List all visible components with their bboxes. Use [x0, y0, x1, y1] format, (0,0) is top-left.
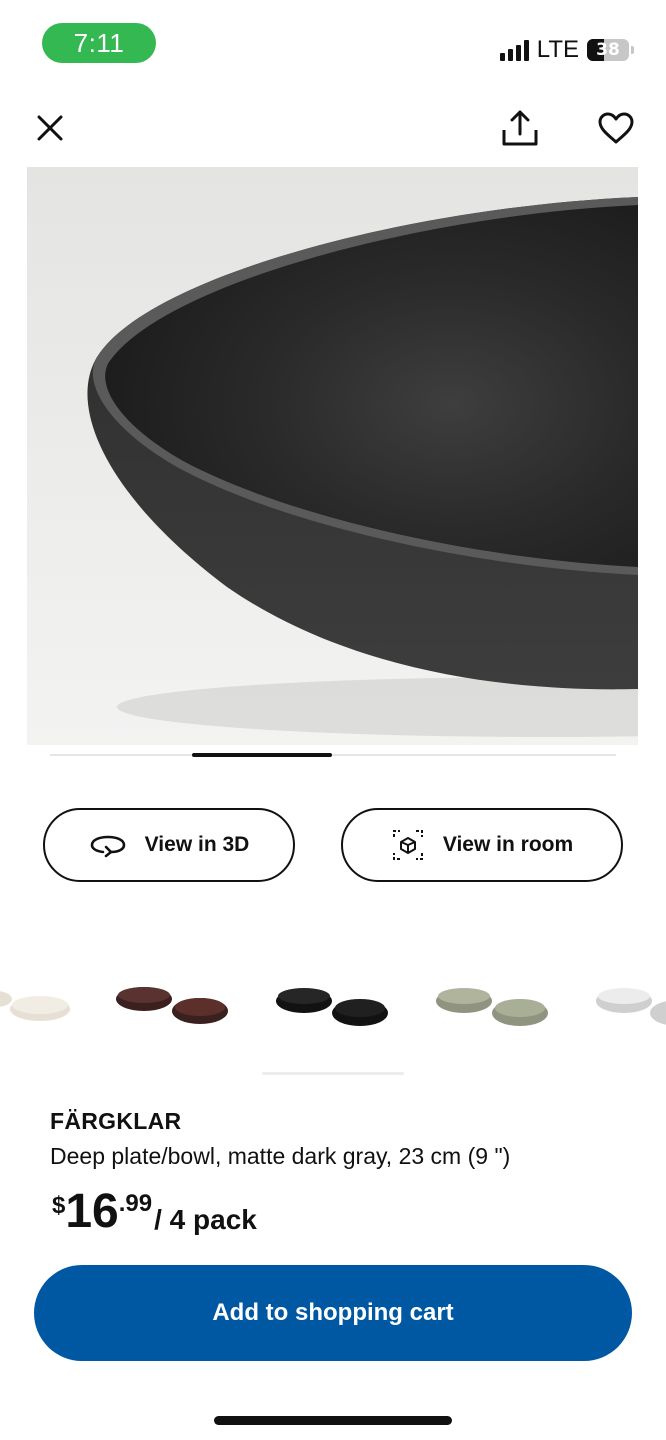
price-unit: / 4 pack	[154, 1204, 257, 1235]
signal-icon	[499, 39, 529, 61]
price-integer: 16	[65, 1185, 119, 1238]
heart-icon	[598, 112, 634, 144]
view-in-room-label: View in room	[442, 833, 574, 856]
status-time: 7:11	[42, 23, 156, 63]
add-to-cart-button[interactable]: Add to shopping cart	[34, 1265, 632, 1361]
share-icon	[502, 110, 538, 146]
product-image[interactable]	[27, 167, 638, 745]
beige-bowl-variant[interactable]	[0, 965, 72, 1045]
ar-cube-icon	[392, 830, 423, 860]
white-bowl-variant[interactable]	[592, 965, 666, 1045]
close-button[interactable]	[30, 108, 70, 148]
rotate-3d-icon	[90, 835, 125, 858]
green-bowl-variant[interactable]	[432, 965, 552, 1045]
product-price: $ 16 .99 / 4 pack	[52, 1186, 257, 1238]
favorite-button[interactable]	[596, 106, 636, 150]
carousel-progress-indicator	[192, 753, 332, 757]
home-indicator[interactable]	[214, 1416, 452, 1425]
product-detail-screen: 7:11 LTE 38 View in 3D View in room FÄRG…	[0, 0, 666, 1440]
status-indicators: LTE 38	[499, 36, 634, 64]
color-variants	[0, 965, 666, 1045]
black-bowl-variant[interactable]	[272, 965, 392, 1045]
price-decimal: .99	[118, 1190, 153, 1217]
network-label: LTE	[536, 36, 579, 63]
price-currency: $	[52, 1192, 66, 1219]
battery-percent: 38	[596, 40, 620, 60]
product-photo	[27, 167, 638, 745]
battery-icon: 38	[587, 39, 629, 61]
view-in-3d-button[interactable]: View in 3D	[43, 808, 295, 882]
variants-scroll-indicator	[262, 1072, 404, 1075]
view-in-3d-label: View in 3D	[144, 833, 250, 856]
share-button[interactable]	[498, 106, 542, 150]
product-brand: FÄRGKLAR	[50, 1108, 182, 1134]
carousel-progress-track	[50, 754, 616, 756]
brown-bowl-variant[interactable]	[112, 965, 232, 1045]
product-description: Deep plate/bowl, matte dark gray, 23 cm …	[50, 1143, 511, 1169]
close-icon	[37, 115, 63, 141]
view-in-room-button[interactable]: View in room	[341, 808, 623, 882]
